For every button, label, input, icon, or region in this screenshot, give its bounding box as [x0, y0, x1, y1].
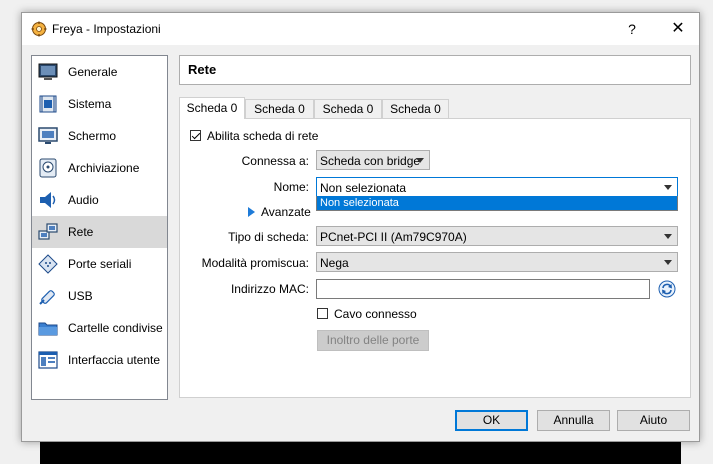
mac-address-label: Indirizzo MAC:	[230, 282, 309, 296]
sidebar-item-interfaccia-utente[interactable]: Interfaccia utente	[32, 344, 167, 376]
page-header: Rete	[179, 55, 691, 85]
attached-to-select[interactable]: Scheda con bridge	[316, 150, 430, 170]
tab-scheda-2[interactable]: Scheda 0	[245, 99, 314, 118]
chevron-down-icon	[416, 158, 424, 163]
sidebar-item-label: Sistema	[68, 97, 112, 111]
network-icon	[38, 223, 58, 240]
refresh-mac-icon[interactable]	[658, 280, 676, 298]
virtualbox-app-icon	[31, 21, 47, 37]
cancel-button[interactable]: Annulla	[537, 410, 610, 431]
ok-button[interactable]: OK	[455, 410, 528, 431]
sidebar-item-label: Archiviazione	[68, 161, 140, 175]
cable-connected-label: Cavo connesso	[334, 307, 417, 321]
chip-icon	[39, 95, 57, 113]
speaker-icon	[40, 192, 56, 208]
tab-scheda-3[interactable]: Scheda 0	[314, 99, 382, 118]
title-bar: Freya - Impostazioni ? ✕	[22, 13, 699, 45]
background-left	[0, 0, 22, 464]
enable-adapter-label: Abilita scheda di rete	[207, 129, 319, 143]
settings-sidebar: Generale Sistema Schermo Archiviazione A…	[31, 55, 168, 400]
sidebar-item-label: Schermo	[68, 129, 117, 143]
attached-to-value: Scheda con bridge	[320, 154, 421, 168]
sidebar-item-audio[interactable]: Audio	[32, 184, 167, 216]
sidebar-item-generale[interactable]: Generale	[32, 56, 167, 88]
promiscuous-mode-label: Modalità promiscua:	[201, 256, 309, 270]
promiscuous-mode-select[interactable]: Nega	[316, 252, 678, 272]
window-title: Freya - Impostazioni	[52, 22, 161, 36]
chevron-down-icon	[664, 260, 672, 265]
help-button[interactable]: Aiuto	[617, 410, 690, 431]
name-select[interactable]: Non selezionata	[316, 177, 678, 197]
settings-dialog: Freya - Impostazioni ? ✕ Generale Sistem…	[21, 12, 700, 442]
attached-to-label: Connessa a:	[241, 154, 309, 168]
chevron-down-icon	[664, 185, 672, 190]
storage-disk-icon	[39, 158, 57, 178]
sidebar-item-sistema[interactable]: Sistema	[32, 88, 167, 120]
name-value: Non selezionata	[320, 181, 407, 195]
sidebar-item-label: Porte seriali	[68, 257, 132, 271]
sidebar-item-rete[interactable]: Rete	[32, 216, 167, 248]
expand-arrow-icon[interactable]	[248, 207, 255, 217]
page-title: Rete	[188, 62, 217, 77]
tab-scheda-4[interactable]: Scheda 0	[382, 99, 449, 118]
sidebar-item-label: Generale	[68, 65, 118, 79]
close-button[interactable]: ✕	[655, 13, 701, 45]
sidebar-item-archiviazione[interactable]: Archiviazione	[32, 152, 167, 184]
sidebar-item-usb[interactable]: USB	[32, 280, 167, 312]
adapter-type-select[interactable]: PCnet-PCI II (Am79C970A)	[316, 226, 678, 246]
name-label: Nome:	[273, 180, 309, 194]
help-title-button[interactable]: ?	[609, 13, 655, 45]
adapter-type-label: Tipo di scheda:	[228, 230, 309, 244]
sidebar-item-label: Interfaccia utente	[68, 353, 161, 367]
serial-port-icon	[38, 254, 58, 274]
sidebar-item-label: Cartelle condivise	[68, 321, 163, 335]
background-bottom	[40, 442, 681, 464]
adapter-type-value: PCnet-PCI II (Am79C970A)	[320, 230, 467, 244]
sidebar-item-label: Rete	[68, 225, 94, 239]
sidebar-item-porte-seriali[interactable]: Porte seriali	[32, 248, 167, 280]
enable-adapter-checkbox[interactable]	[190, 130, 201, 141]
monitor-general-icon	[38, 63, 58, 80]
sidebar-item-label: USB	[68, 289, 93, 303]
promiscuous-mode-value: Nega	[320, 256, 349, 270]
sidebar-item-cartelle-condivise[interactable]: Cartelle condivise	[32, 312, 167, 344]
advanced-toggle[interactable]: Avanzate	[261, 205, 311, 219]
usb-icon	[39, 290, 55, 305]
name-dropdown-option[interactable]: Non selezionata	[316, 196, 678, 211]
tab-scheda-1[interactable]: Scheda 0	[179, 97, 245, 119]
sidebar-item-label: Audio	[68, 193, 99, 207]
display-icon	[38, 127, 58, 144]
mac-address-input[interactable]	[316, 279, 650, 299]
folder-icon	[38, 322, 58, 336]
cable-connected-checkbox[interactable]	[317, 308, 328, 319]
port-forwarding-button[interactable]: Inoltro delle porte	[317, 330, 429, 351]
chevron-down-icon	[664, 234, 672, 239]
sidebar-item-schermo[interactable]: Schermo	[32, 120, 167, 152]
user-interface-icon	[38, 351, 58, 369]
